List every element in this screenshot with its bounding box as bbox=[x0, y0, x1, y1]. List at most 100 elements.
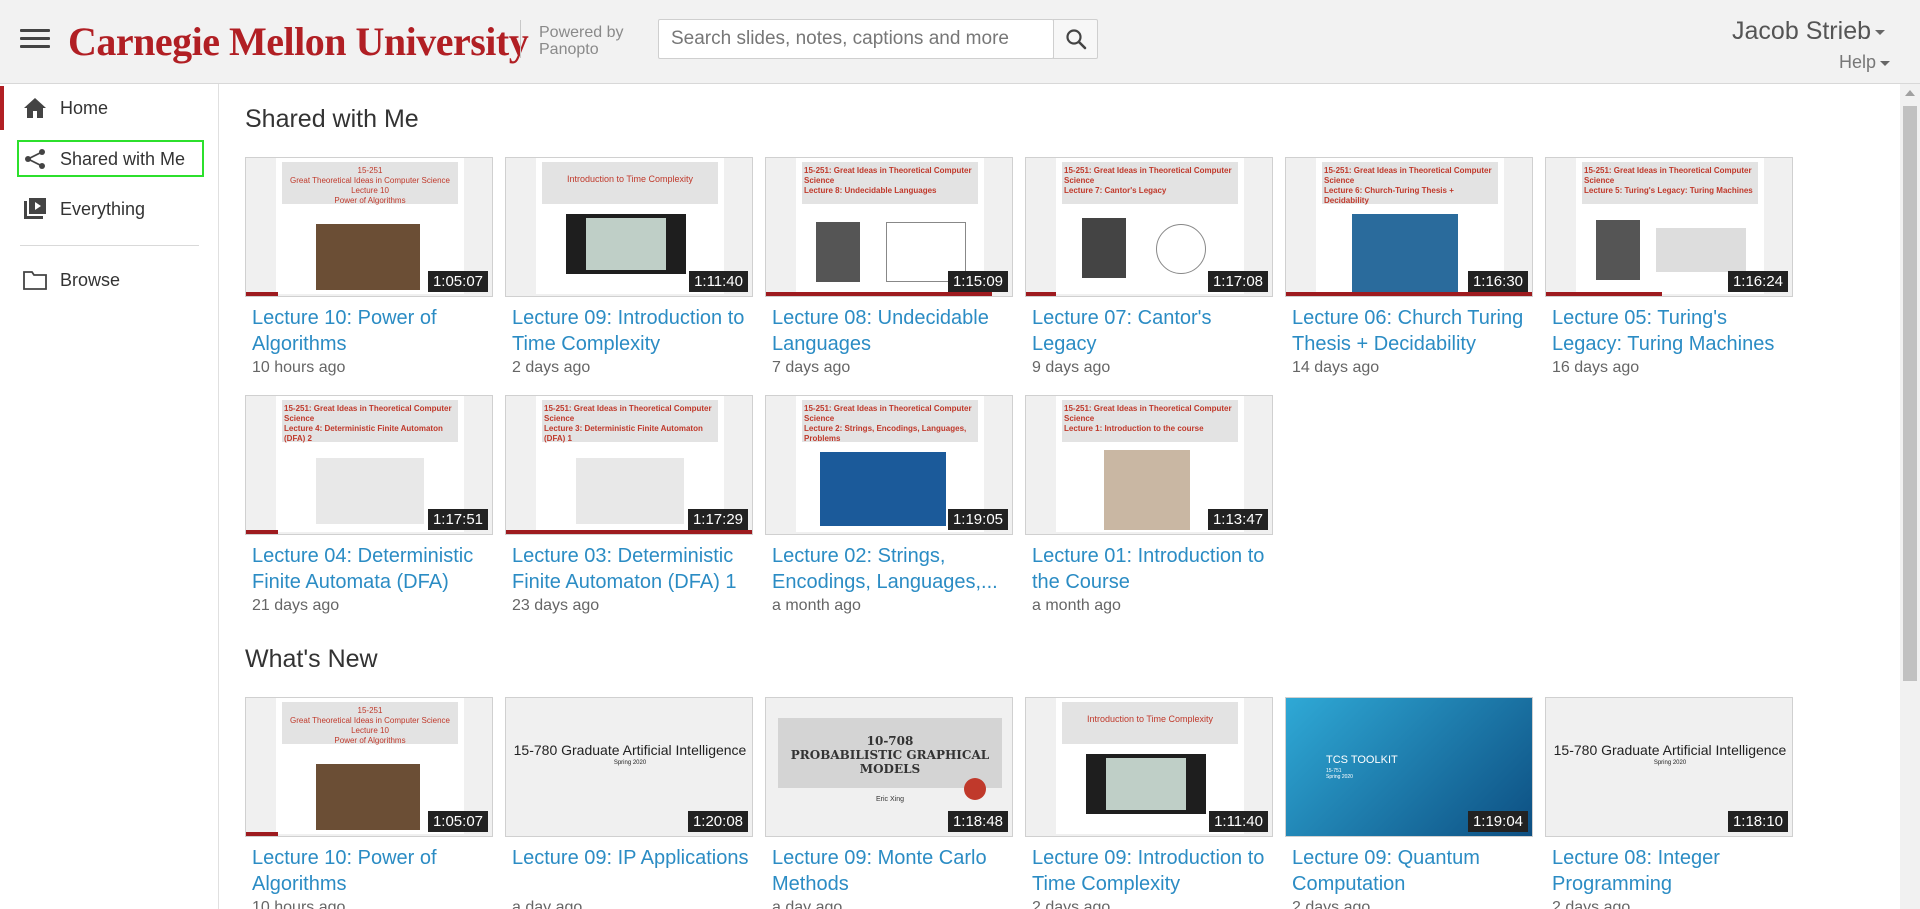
video-title-link[interactable]: Lecture 10: Power of Algorithms bbox=[245, 305, 493, 357]
watch-progress-bar bbox=[1286, 292, 1532, 296]
video-card[interactable]: 15-251: Great Ideas in Theoretical Compu… bbox=[245, 395, 493, 615]
video-title-link[interactable]: Lecture 01: Introduction to the Course bbox=[1025, 543, 1273, 595]
video-title-link[interactable]: Lecture 09: IP Applications bbox=[505, 845, 753, 897]
slide-text: 15-251: Great Ideas in Theoretical Compu… bbox=[544, 404, 712, 443]
video-card[interactable]: 15-251: Great Ideas in Theoretical Compu… bbox=[1025, 395, 1273, 615]
video-duration: 1:05:07 bbox=[427, 811, 488, 832]
video-title-link[interactable]: Lecture 05: Turing's Legacy: Turing Mach… bbox=[1545, 305, 1793, 357]
sidebar-item-home[interactable]: Home bbox=[0, 86, 219, 130]
slide-text: Introduction to Time Complexity bbox=[566, 174, 694, 184]
search-input[interactable] bbox=[659, 20, 1053, 58]
slide-text: 15-251: Great Ideas in Theoretical Compu… bbox=[1584, 166, 1753, 195]
video-duration: 1:17:51 bbox=[427, 509, 488, 530]
search-button[interactable] bbox=[1053, 19, 1098, 59]
turing-photo bbox=[1596, 220, 1640, 280]
video-card[interactable]: Introduction to Time Complexity 1:11:40 Le… bbox=[1025, 697, 1273, 909]
cmu-logo[interactable]: Carnegie Mellon University bbox=[68, 18, 529, 65]
sketch-image bbox=[316, 458, 424, 524]
video-card[interactable]: 15-251: Great Ideas in Theoretical Compu… bbox=[1025, 157, 1273, 377]
slide-text: 10-708 PROBABILISTIC GRAPHICAL MODELS bbox=[778, 718, 1002, 788]
video-title-link[interactable]: Lecture 02: Strings, Encodings, Language… bbox=[765, 543, 1013, 595]
sidebar-item-label: Browse bbox=[60, 269, 121, 290]
video-card[interactable]: 15-251: Great Ideas in Theoretical Compu… bbox=[765, 157, 1013, 377]
folder-icon bbox=[22, 267, 48, 293]
slide-text: 15-251: Great Ideas in Theoretical Compu… bbox=[804, 404, 972, 443]
search-box bbox=[658, 19, 1054, 59]
sidebar: Home Shared with Me Everything Browse bbox=[0, 84, 219, 909]
video-title-link[interactable]: Lecture 09: Introduction to Time Complex… bbox=[505, 305, 753, 357]
sidebar-item-shared[interactable]: Shared with Me bbox=[0, 137, 219, 181]
chevron-down-icon bbox=[1875, 29, 1885, 35]
video-thumbnail[interactable]: 15-251: Great Ideas in Theoretical Compu… bbox=[1025, 395, 1273, 535]
video-card[interactable]: TCS TOOLKIT 15-751 Spring 2020 1:19:04 Lectu… bbox=[1285, 697, 1533, 909]
video-thumbnail[interactable]: 15-251 Great Theoretical Ideas in Compute… bbox=[245, 157, 493, 297]
video-card[interactable]: 10-708 PROBABILISTIC GRAPHICAL MODELS Eric… bbox=[765, 697, 1013, 909]
hamburger-menu-icon[interactable] bbox=[20, 29, 50, 53]
video-thumbnail[interactable]: 15-251: Great Ideas in Theoretical Compu… bbox=[765, 157, 1013, 297]
slide-text: 15-251: Great Ideas in Theoretical Compu… bbox=[1324, 166, 1492, 205]
video-title-link[interactable]: Lecture 08: Integer Programming bbox=[1545, 845, 1793, 897]
video-title-link[interactable]: Lecture 09: Introduction to Time Complex… bbox=[1025, 845, 1273, 897]
video-thumbnail[interactable]: 15-780 Graduate Artificial Intelligence S… bbox=[505, 697, 753, 837]
video-duration: 1:18:48 bbox=[947, 811, 1008, 832]
video-thumbnail[interactable]: 15-251: Great Ideas in Theoretical Compu… bbox=[245, 395, 493, 535]
scroll-up-icon[interactable] bbox=[1905, 90, 1915, 96]
video-card[interactable]: 15-251: Great Ideas in Theoretical Compu… bbox=[1285, 157, 1533, 377]
video-date: 10 hours ago bbox=[252, 899, 346, 909]
sidebar-item-browse[interactable]: Browse bbox=[0, 258, 219, 302]
video-date: 2 days ago bbox=[1552, 899, 1631, 909]
video-thumbnail[interactable]: TCS TOOLKIT 15-751 Spring 2020 1:19:04 bbox=[1285, 697, 1533, 837]
video-card[interactable]: 15-251: Great Ideas in Theoretical Compu… bbox=[765, 395, 1013, 615]
video-card[interactable]: 15-780 Graduate Artificial Intelligence S… bbox=[505, 697, 753, 909]
video-card[interactable]: 15-251 Great Theoretical Ideas in Compute… bbox=[245, 157, 493, 377]
video-thumbnail[interactable]: 15-251: Great Ideas in Theoretical Compu… bbox=[505, 395, 753, 535]
video-title-link[interactable]: Lecture 07: Cantor's Legacy bbox=[1025, 305, 1273, 357]
chevron-down-icon bbox=[1880, 60, 1890, 66]
video-card[interactable]: 15-251: Great Ideas in Theoretical Compu… bbox=[505, 395, 753, 615]
user-menu[interactable]: Jacob Strieb bbox=[1732, 17, 1885, 46]
help-menu[interactable]: Help bbox=[1839, 52, 1890, 73]
help-label: Help bbox=[1838, 52, 1876, 72]
watch-progress-bar bbox=[246, 292, 278, 296]
video-title-link[interactable]: Lecture 09: Quantum Computation bbox=[1285, 845, 1533, 897]
video-title-link[interactable]: Lecture 04: Deterministic Finite Automat… bbox=[245, 543, 493, 595]
video-card[interactable]: 15-251 Great Theoretical Ideas in Compute… bbox=[245, 697, 493, 909]
video-title-link[interactable]: Lecture 09: Monte Carlo Methods bbox=[765, 845, 1013, 897]
video-card[interactable]: Introduction to Time Complexity 1:11:40 Le… bbox=[505, 157, 753, 377]
sidebar-item-label: Shared with Me bbox=[60, 148, 186, 169]
video-thumbnail[interactable]: 15-780 Graduate Artificial Intelligence S… bbox=[1545, 697, 1793, 837]
video-thumbnail[interactable]: 15-251 Great Theoretical Ideas in Compute… bbox=[245, 697, 493, 837]
video-thumbnail[interactable]: 15-251: Great Ideas in Theoretical Compu… bbox=[1285, 157, 1533, 297]
video-title-link[interactable]: Lecture 10: Power of Algorithms bbox=[245, 845, 493, 897]
video-date: a month ago bbox=[772, 597, 861, 614]
video-thumbnail[interactable]: Introduction to Time Complexity 1:11:40 bbox=[505, 157, 753, 297]
video-thumbnail[interactable]: 15-251: Great Ideas in Theoretical Compu… bbox=[1545, 157, 1793, 297]
video-date: 16 days ago bbox=[1552, 359, 1640, 376]
video-title-link[interactable]: Lecture 03: Deterministic Finite Automat… bbox=[505, 543, 753, 595]
video-duration: 1:18:10 bbox=[1727, 811, 1788, 832]
seal-icon bbox=[964, 778, 986, 800]
video-thumbnail[interactable]: Introduction to Time Complexity 1:11:40 bbox=[1025, 697, 1273, 837]
video-duration: 1:16:30 bbox=[1467, 271, 1528, 292]
slide-text: 15-780 Graduate Artificial Intelligence S… bbox=[513, 742, 747, 766]
watch-progress-bar bbox=[1546, 292, 1662, 296]
video-thumbnail[interactable]: 10-708 PROBABILISTIC GRAPHICAL MODELS Eric… bbox=[765, 697, 1013, 837]
turing-machine-image bbox=[1656, 228, 1746, 272]
slide-text: 15-780 Graduate Artificial Intelligence S… bbox=[1553, 742, 1787, 766]
video-duration: 1:05:07 bbox=[427, 271, 488, 292]
slide-image bbox=[586, 218, 666, 270]
scroll-thumb[interactable] bbox=[1903, 106, 1917, 681]
video-thumbnail[interactable]: 15-251: Great Ideas in Theoretical Compu… bbox=[765, 395, 1013, 535]
section-title-whats-new: What's New bbox=[245, 645, 378, 673]
slide-text: TCS TOOLKIT 15-751 Spring 2020 bbox=[1326, 754, 1398, 780]
cantor-photo bbox=[1082, 218, 1126, 278]
turing-photo bbox=[816, 222, 860, 282]
video-card[interactable]: 15-251: Great Ideas in Theoretical Compu… bbox=[1545, 157, 1793, 377]
video-title-link[interactable]: Lecture 06: Church Turing Thesis + Decid… bbox=[1285, 305, 1533, 357]
video-card[interactable]: 15-780 Graduate Artificial Intelligence S… bbox=[1545, 697, 1793, 909]
scrollbar[interactable] bbox=[1900, 84, 1920, 909]
video-title-link[interactable]: Lecture 08: Undecidable Languages bbox=[765, 305, 1013, 357]
sidebar-item-everything[interactable]: Everything bbox=[0, 187, 219, 231]
video-thumbnail[interactable]: 15-251: Great Ideas in Theoretical Compu… bbox=[1025, 157, 1273, 297]
logo-divider bbox=[520, 20, 521, 58]
